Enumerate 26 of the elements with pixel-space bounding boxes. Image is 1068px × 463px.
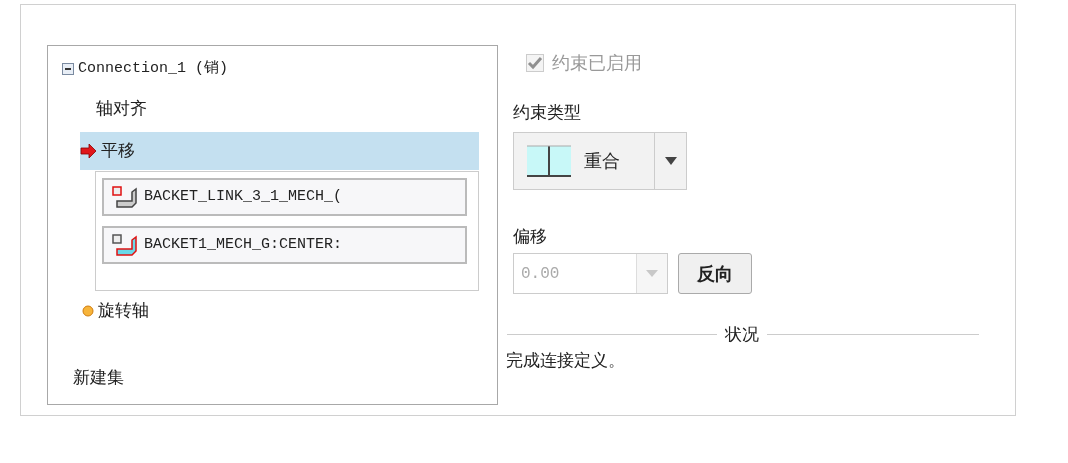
part-icon (112, 234, 138, 256)
reference-label: BACKET1_MECH_G:CENTER: (144, 234, 343, 255)
checkbox-label: 约束已启用 (552, 51, 642, 75)
flip-button[interactable]: 反向 (678, 253, 752, 294)
constraint-type-dropdown[interactable]: 重合 (513, 131, 687, 190)
tree-row-highlight[interactable]: 平移 (80, 132, 479, 170)
reference-label: BACKET_LINK_3_1_MECH_( (144, 186, 343, 207)
reference-item[interactable]: BACKET_LINK_3_1_MECH_( (102, 178, 467, 216)
status-dot-icon (82, 305, 94, 317)
caret-icon (646, 270, 658, 277)
reference-item[interactable]: BACKET1_MECH_G:CENTER: (102, 226, 467, 264)
caret-icon (664, 156, 677, 165)
field-label: 偏移 (513, 224, 548, 248)
arrow-icon (80, 143, 97, 159)
status-message: 完成连接定义。 (506, 348, 626, 372)
collapse-toggle[interactable] (62, 63, 74, 76)
new-set-link[interactable]: 新建集 (73, 364, 124, 390)
section-title: 状况 (725, 323, 759, 346)
part-icon (112, 186, 138, 208)
coincident-icon (526, 144, 572, 177)
check-icon (527, 55, 543, 70)
field-label: 约束类型 (513, 101, 582, 124)
tree-item-label: 平移 (101, 139, 135, 163)
tree-node-label[interactable]: Connection_1 (销) (78, 58, 229, 81)
tree-item-label: 轴对齐 (96, 97, 147, 121)
tree-item-label: 旋转轴 (98, 299, 149, 323)
